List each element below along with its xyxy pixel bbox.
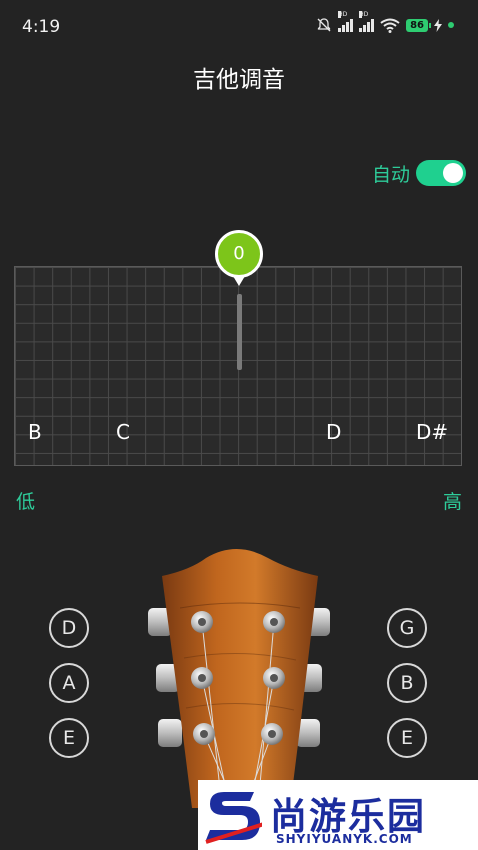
- battery-icon: 86: [406, 18, 431, 32]
- wifi-icon: [380, 18, 400, 33]
- note-label: B: [28, 420, 42, 444]
- toggle-knob: [443, 163, 463, 183]
- auto-mode-toggle[interactable]: [416, 160, 466, 186]
- promo-url: SHYIYUANYK.COM: [276, 832, 413, 846]
- low-label: 低: [16, 491, 36, 513]
- note-label: C: [116, 420, 130, 444]
- status-icons: HD HD 86: [316, 11, 454, 33]
- string-button-right-3[interactable]: E: [387, 718, 427, 758]
- string-button-left-1[interactable]: D: [49, 608, 89, 648]
- offset-bubble: 0: [215, 230, 263, 278]
- tuner-needle: [237, 294, 242, 370]
- promo-banner: 尚游乐园 SHYIYUANYK.COM: [198, 780, 478, 850]
- string-button-right-1[interactable]: G: [387, 608, 427, 648]
- auto-mode-label: 自动: [371, 164, 410, 186]
- note-label: D#: [416, 420, 449, 444]
- charging-icon: [434, 18, 442, 32]
- site-logo-icon: [205, 792, 262, 844]
- page-title: 吉他调音: [193, 67, 285, 93]
- signal-hd-icon: HD: [359, 11, 375, 32]
- signal-hd-icon: HD: [338, 11, 354, 32]
- note-label: D: [326, 420, 342, 444]
- string-button-left-2[interactable]: A: [49, 663, 89, 703]
- status-time: 4:19: [22, 17, 61, 37]
- guitar-headstock-image: [148, 549, 330, 808]
- mute-icon: [317, 18, 331, 32]
- notification-dot-icon: [448, 22, 454, 28]
- string-button-left-3[interactable]: E: [49, 718, 89, 758]
- string-button-right-2[interactable]: B: [387, 663, 427, 703]
- status-bar: 4:19 HD HD 86: [0, 0, 478, 56]
- high-label: 高: [442, 491, 462, 513]
